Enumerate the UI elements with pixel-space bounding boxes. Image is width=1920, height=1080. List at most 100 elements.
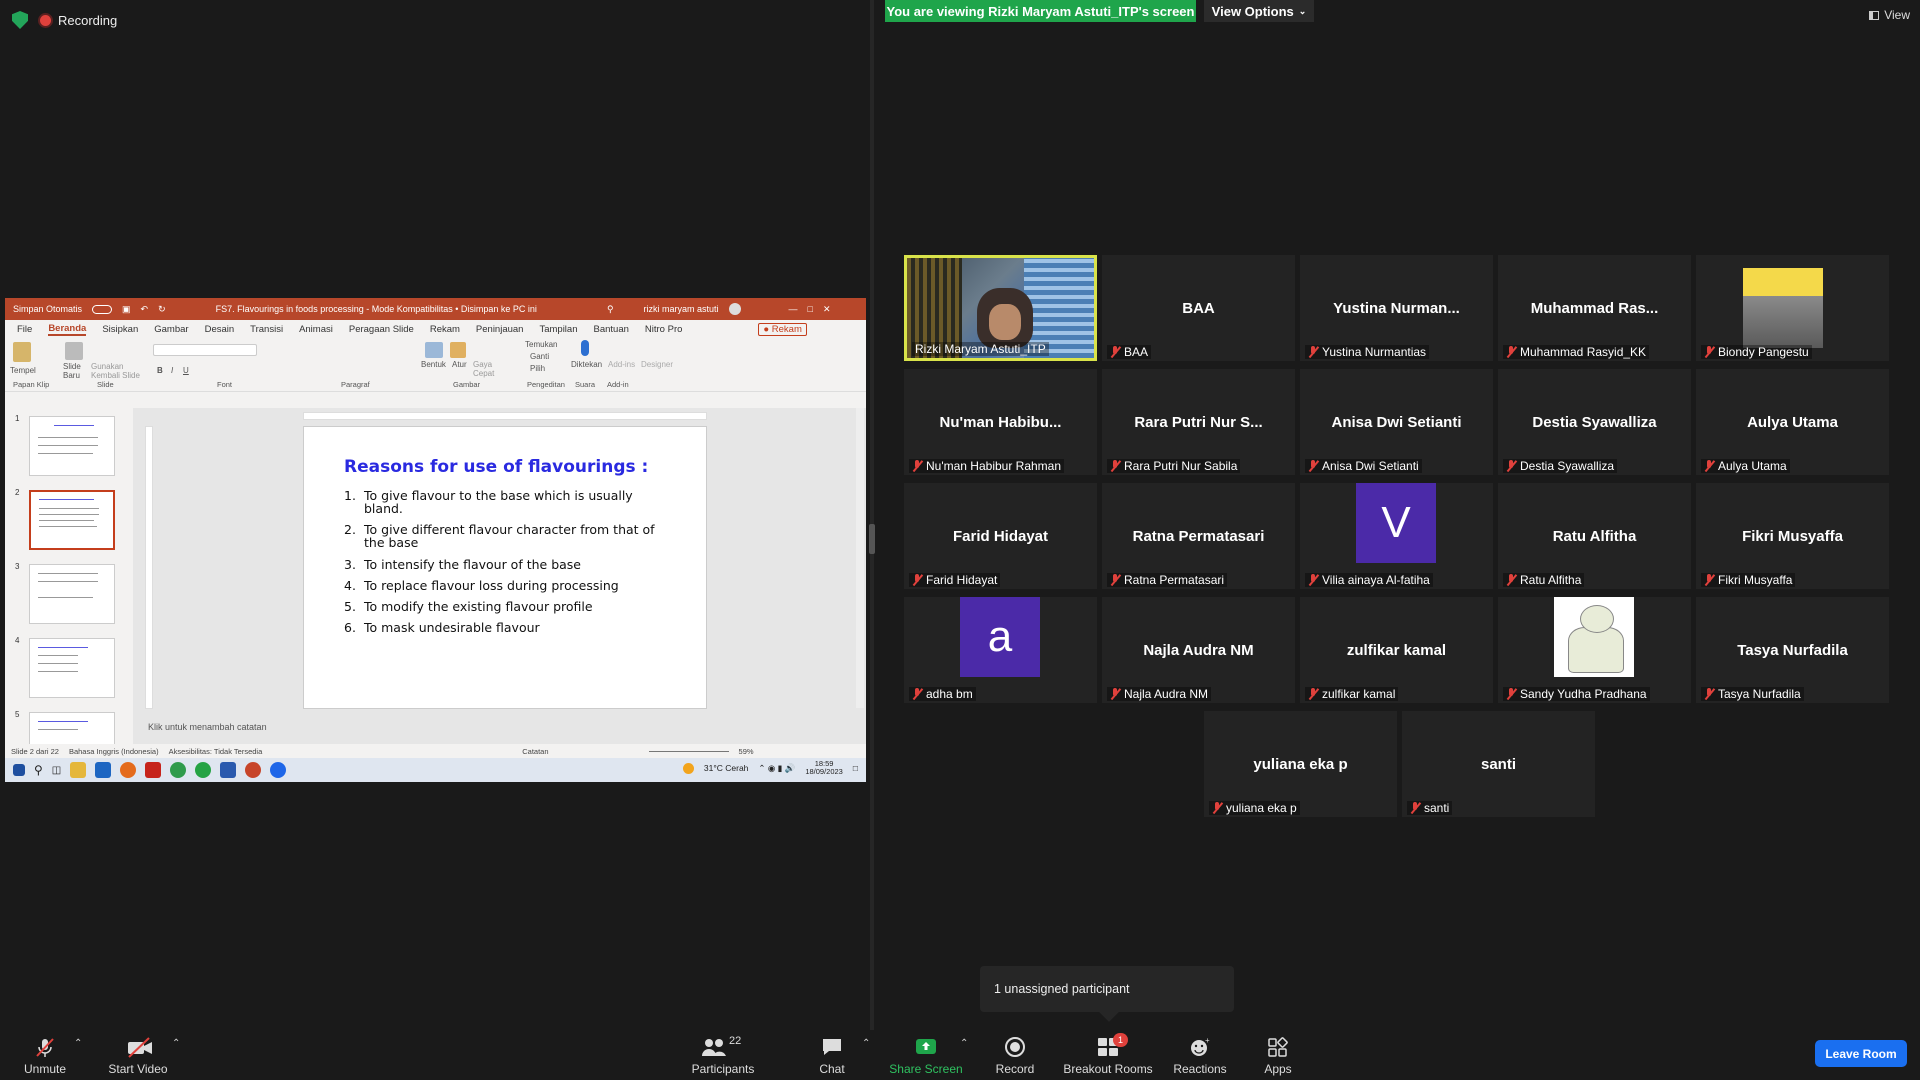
- participant-tile[interactable]: Najla Audra NM Najla Audra NM: [1102, 597, 1295, 703]
- notification-icon[interactable]: □: [853, 763, 858, 773]
- autosave-toggle[interactable]: [92, 304, 113, 314]
- view-options-button[interactable]: View Options ⌄: [1204, 0, 1314, 22]
- split-divider[interactable]: [870, 0, 874, 1030]
- breakout-rooms-button[interactable]: 1 Breakout Rooms: [1063, 1030, 1153, 1080]
- participant-tile[interactable]: Ratna Permatasari Ratna Permatasari: [1102, 483, 1295, 589]
- addins-label[interactable]: Add-ins: [608, 360, 635, 369]
- atur-label[interactable]: Atur: [452, 360, 467, 369]
- accessibility-status[interactable]: Aksesibilitas: Tidak Tersedia: [169, 747, 263, 756]
- shapes-icon[interactable]: [425, 342, 443, 358]
- slide-thumbnail-4[interactable]: [29, 638, 115, 698]
- close-icon[interactable]: ✕: [823, 304, 831, 315]
- share-options-caret[interactable]: ⌃: [960, 1038, 968, 1049]
- gunakan-label[interactable]: Gunakan Kembali Slide: [91, 362, 141, 380]
- participant-tile[interactable]: Fikri Musyaffa Fikri Musyaffa: [1696, 483, 1889, 589]
- firefox-icon[interactable]: [120, 762, 137, 778]
- arrange-icon[interactable]: [450, 342, 466, 358]
- tray-icons[interactable]: ⌃ ◉ ▮ 🔊: [758, 763, 795, 774]
- new-slide-icon[interactable]: [65, 342, 83, 360]
- diktekan-label[interactable]: Diktekan: [571, 360, 602, 369]
- participant-tile[interactable]: Farid Hidayat Farid Hidayat: [904, 483, 1097, 589]
- weather-status[interactable]: 31°C Cerah: [704, 763, 749, 773]
- search-icon[interactable]: ⚲: [607, 304, 614, 315]
- participant-tile[interactable]: zulfikar kamal zulfikar kamal: [1300, 597, 1493, 703]
- chat-button[interactable]: Chat: [812, 1030, 852, 1080]
- tab-beranda[interactable]: Beranda: [48, 323, 87, 336]
- share-screen-button[interactable]: Share Screen: [888, 1030, 964, 1080]
- tab-desain[interactable]: Desain: [205, 324, 235, 335]
- task-view-icon[interactable]: ◫: [52, 765, 61, 776]
- file-explorer-icon[interactable]: [70, 762, 87, 778]
- recording-indicator[interactable]: Recording: [40, 13, 117, 28]
- tab-animasi[interactable]: Animasi: [299, 324, 333, 335]
- powerpoint-icon[interactable]: [245, 762, 262, 778]
- participants-button[interactable]: 22 Participants: [690, 1030, 756, 1080]
- rekam-button[interactable]: ● Rekam: [758, 322, 807, 336]
- italic-icon[interactable]: I: [171, 366, 173, 375]
- font-name-box[interactable]: [153, 344, 257, 356]
- zoom-app-icon[interactable]: [270, 762, 287, 778]
- participant-tile[interactable]: Aulya Utama Aulya Utama: [1696, 369, 1889, 475]
- security-shield-icon[interactable]: [12, 11, 28, 29]
- search-icon[interactable]: ⚲: [34, 763, 43, 777]
- record-button[interactable]: Record: [992, 1030, 1038, 1080]
- acrobat-icon[interactable]: [145, 762, 162, 778]
- language-status[interactable]: Bahasa Inggris (Indonesia): [69, 747, 159, 756]
- minimize-icon[interactable]: —: [789, 304, 798, 314]
- participant-tile[interactable]: yuliana eka p yuliana eka p: [1204, 711, 1397, 817]
- autosave-label[interactable]: Simpan Otomatis: [13, 304, 82, 314]
- apps-button[interactable]: Apps: [1262, 1030, 1294, 1080]
- tab-rekam[interactable]: Rekam: [430, 324, 460, 335]
- participant-tile[interactable]: Rizki Maryam Astuti_ITP: [904, 255, 1097, 361]
- participant-tile[interactable]: Biondy Pangestu: [1696, 255, 1889, 361]
- tab-transisi[interactable]: Transisi: [250, 324, 283, 335]
- slide-canvas[interactable]: Reasons for use of flavourings : 1. To gi…: [303, 426, 707, 709]
- tab-nitro-pro[interactable]: Nitro Pro: [645, 324, 682, 335]
- redo-icon[interactable]: ↻: [158, 304, 166, 315]
- chat-options-caret[interactable]: ⌃: [862, 1038, 870, 1049]
- unmute-button[interactable]: Unmute: [20, 1030, 70, 1080]
- notes-toggle[interactable]: Catatan: [522, 747, 548, 756]
- leave-room-button[interactable]: Leave Room: [1815, 1040, 1907, 1067]
- video-options-caret[interactable]: ⌃: [172, 1038, 180, 1049]
- participant-tile[interactable]: V Vilia ainaya Al-fatiha: [1300, 483, 1493, 589]
- tab-bantuan[interactable]: Bantuan: [594, 324, 629, 335]
- participant-tile[interactable]: Destia Syawalliza Destia Syawalliza: [1498, 369, 1691, 475]
- microphone-icon[interactable]: [581, 340, 589, 356]
- ppt-user-name[interactable]: rizki maryam astuti: [644, 304, 719, 314]
- participant-tile[interactable]: Nu'man Habibu... Nu'man Habibur Rahman: [904, 369, 1097, 475]
- participant-tile[interactable]: santi santi: [1402, 711, 1595, 817]
- participant-tile[interactable]: Tasya Nurfadila Tasya Nurfadila: [1696, 597, 1889, 703]
- unassigned-participant-tooltip[interactable]: 1 unassigned participant: [980, 966, 1234, 1012]
- tab-tampilan[interactable]: Tampilan: [539, 324, 577, 335]
- view-button[interactable]: View: [1869, 8, 1910, 22]
- tab-peninjauan[interactable]: Peninjauan: [476, 324, 524, 335]
- whatsapp-icon[interactable]: [195, 762, 212, 778]
- bentuk-label[interactable]: Bentuk: [421, 360, 446, 369]
- ganti-label[interactable]: Ganti: [530, 352, 549, 361]
- reactions-button[interactable]: + Reactions: [1172, 1030, 1228, 1080]
- participant-tile[interactable]: Ratu Alfitha Ratu Alfitha: [1498, 483, 1691, 589]
- slide-baru-label[interactable]: Slide Baru: [63, 362, 89, 380]
- tab-peragaan-slide[interactable]: Peragaan Slide: [349, 324, 414, 335]
- underline-icon[interactable]: U: [183, 366, 189, 375]
- chrome-icon[interactable]: [170, 762, 187, 778]
- user-avatar[interactable]: [728, 303, 741, 315]
- audio-options-caret[interactable]: ⌃: [74, 1038, 82, 1049]
- paste-icon[interactable]: [13, 342, 31, 362]
- mail-icon[interactable]: [95, 762, 112, 778]
- slide-thumbnail-3[interactable]: [29, 564, 115, 624]
- participant-tile[interactable]: a adha bm: [904, 597, 1097, 703]
- tab-sisipkan[interactable]: Sisipkan: [102, 324, 138, 335]
- slide-thumbnail-2[interactable]: [29, 490, 115, 550]
- participant-tile[interactable]: Muhammad Ras... Muhammad Rasyid_KK: [1498, 255, 1691, 361]
- word-icon[interactable]: [220, 762, 237, 778]
- participant-tile[interactable]: Yustina Nurman... Yustina Nurmantias: [1300, 255, 1493, 361]
- participant-tile[interactable]: Rara Putri Nur S... Rara Putri Nur Sabila: [1102, 369, 1295, 475]
- participant-tile[interactable]: BAA BAA: [1102, 255, 1295, 361]
- weather-icon[interactable]: [682, 762, 694, 774]
- pilih-label[interactable]: Pilih: [530, 364, 545, 373]
- gaya-cepat-label[interactable]: Gaya Cepat: [473, 360, 495, 378]
- start-video-button[interactable]: Start Video: [106, 1030, 170, 1080]
- designer-label[interactable]: Designer: [641, 360, 673, 369]
